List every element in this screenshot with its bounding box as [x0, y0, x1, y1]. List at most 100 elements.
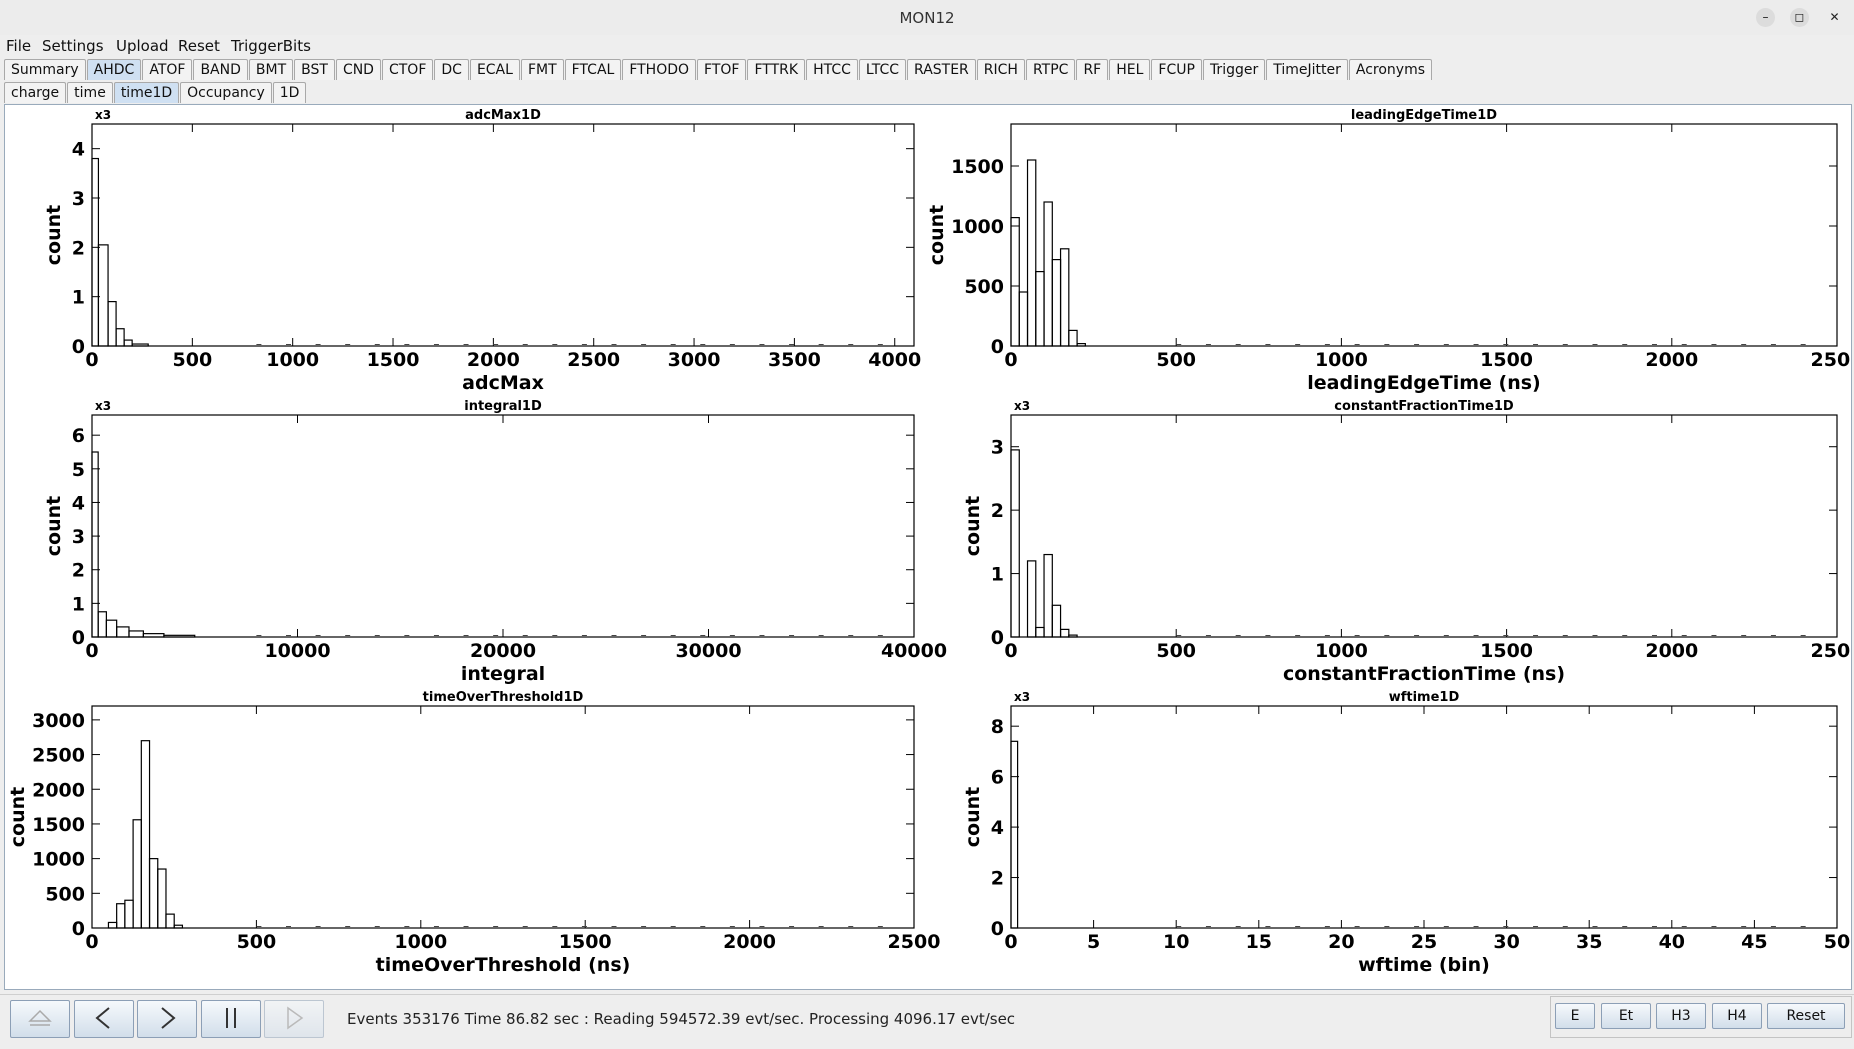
- tab-ftcal[interactable]: FTCAL: [564, 59, 622, 80]
- plot4-xtick-label: 2000: [723, 931, 776, 953]
- window-titlebar: MON12 – ◻ ✕: [0, 0, 1854, 36]
- tab-rtpc[interactable]: RTPC: [1025, 59, 1076, 80]
- menu-triggerbits[interactable]: TriggerBits: [231, 37, 311, 55]
- tab-ftof[interactable]: FTOF: [697, 59, 747, 80]
- maximize-icon[interactable]: ◻: [1790, 8, 1809, 27]
- plot5-xtick-label: 25: [1411, 931, 1437, 953]
- plot0-ytick-label: 2: [72, 237, 85, 259]
- menu-reset[interactable]: Reset: [178, 37, 220, 55]
- plot2-bin: [116, 626, 130, 638]
- plot1-xtick-label: 2000: [1645, 349, 1698, 371]
- plot4-bin: [157, 868, 167, 929]
- plot3-bin: [1043, 553, 1053, 638]
- plot1-xtick-label: 1500: [1480, 349, 1533, 371]
- plot5-xtick-label: 50: [1824, 931, 1850, 953]
- h4-button[interactable]: H4: [1712, 1003, 1762, 1029]
- tab-bmt[interactable]: BMT: [248, 59, 294, 80]
- plot1-ytick-label: 0: [991, 336, 1004, 358]
- tab-fmt[interactable]: FMT: [520, 59, 564, 80]
- tab-summary[interactable]: Summary: [4, 59, 86, 80]
- plot4-xtick-label: 500: [237, 931, 277, 953]
- tab-ahdc[interactable]: AHDC: [86, 59, 142, 80]
- plot3-xtick-label: 1500: [1480, 640, 1533, 662]
- subtab-1d[interactable]: 1D: [272, 82, 307, 103]
- subtab-time[interactable]: time: [67, 82, 113, 103]
- plot0-ytick-label: 0: [72, 336, 85, 358]
- plot3-multiplier: x3: [1014, 399, 1030, 413]
- tab-fthodo[interactable]: FTHODO: [622, 59, 697, 80]
- plot3-xtick-label: 0: [1004, 640, 1017, 662]
- tab-timejitter[interactable]: TimeJitter: [1266, 59, 1348, 80]
- plot4-xtick-label: 2500: [888, 931, 941, 953]
- subtab-occupancy[interactable]: Occupancy: [180, 82, 272, 103]
- plot4-frame: [91, 705, 915, 929]
- tab-fcup[interactable]: FCUP: [1151, 59, 1202, 80]
- plot0-xtick-label: 3000: [668, 349, 721, 371]
- et-button[interactable]: Et: [1601, 1003, 1651, 1029]
- minimize-icon[interactable]: –: [1756, 8, 1775, 27]
- play-button[interactable]: [264, 1000, 324, 1038]
- eject-button[interactable]: [10, 1000, 70, 1038]
- tab-cnd[interactable]: CND: [335, 59, 381, 80]
- plot1-xtick-label: 500: [1156, 349, 1196, 371]
- tab-bst[interactable]: BST: [294, 59, 335, 80]
- tab-fttrk[interactable]: FTTRK: [747, 59, 806, 80]
- plot0-bin: [123, 339, 133, 347]
- plot4-xtick-label: 0: [85, 931, 98, 953]
- tab-htcc[interactable]: HTCC: [806, 59, 858, 80]
- plot1-xlabel: leadingEdgeTime (ns): [1307, 372, 1541, 394]
- plot1-ytick-label: 1500: [951, 156, 1004, 178]
- plot5-ytick-label: 4: [991, 817, 1004, 839]
- plot3-ytick-label: 0: [991, 627, 1004, 649]
- plot3-xtick-label: 2000: [1645, 640, 1698, 662]
- plot0-xtick-label: 4000: [868, 349, 921, 371]
- plot4-bin: [107, 921, 118, 929]
- reset-button[interactable]: Reset: [1767, 1003, 1845, 1029]
- tab-raster[interactable]: RASTER: [907, 59, 976, 80]
- tab-dc[interactable]: DC: [434, 59, 469, 80]
- plot4-bin: [140, 740, 151, 929]
- plot2-ytick-label: 4: [72, 492, 85, 514]
- h3-button[interactable]: H3: [1656, 1003, 1706, 1029]
- previous-button[interactable]: [74, 1000, 134, 1038]
- e-button[interactable]: E: [1555, 1003, 1595, 1029]
- plot3-bin: [1035, 626, 1045, 638]
- plot0-multiplier: x3: [95, 108, 111, 122]
- plot1-bin: [1076, 343, 1086, 347]
- plot2-bin: [142, 633, 165, 638]
- plot5-xtick-label: 40: [1659, 931, 1685, 953]
- plot0-xtick-label: 2500: [567, 349, 620, 371]
- tab-atof[interactable]: ATOF: [142, 59, 193, 80]
- menu-settings[interactable]: Settings: [42, 37, 104, 55]
- plot3-bin: [1026, 560, 1037, 638]
- tab-ltcc[interactable]: LTCC: [858, 59, 907, 80]
- subtab-charge[interactable]: charge: [4, 82, 67, 103]
- tab-ecal[interactable]: ECAL: [469, 59, 520, 80]
- next-button[interactable]: [137, 1000, 197, 1038]
- plot4-ytick-label: 3000: [32, 710, 85, 732]
- menu-file[interactable]: File: [6, 37, 31, 55]
- plot2-xlabel: integral: [461, 663, 545, 685]
- plot3-xtick-label: 1000: [1315, 640, 1368, 662]
- tab-acronyms[interactable]: Acronyms: [1348, 59, 1433, 80]
- plot2-ytick-label: 6: [72, 425, 85, 447]
- pause-button[interactable]: [201, 1000, 261, 1038]
- subtab-time1d[interactable]: time1D: [113, 82, 180, 103]
- tab-rf[interactable]: RF: [1076, 59, 1109, 80]
- tab-hel[interactable]: HEL: [1109, 59, 1151, 80]
- tab-band[interactable]: BAND: [193, 59, 248, 80]
- plot5-xtick-label: 15: [1246, 931, 1272, 953]
- plot4-bin: [148, 858, 159, 929]
- plot5-ytick-label: 8: [991, 716, 1004, 738]
- plot1-frame: [1010, 123, 1838, 347]
- close-icon[interactable]: ✕: [1825, 8, 1844, 27]
- tab-trigger[interactable]: Trigger: [1202, 59, 1266, 80]
- plot5-xlabel: wftime (bin): [1358, 954, 1490, 976]
- plot2-ytick-label: 0: [72, 627, 85, 649]
- plot5-xtick-label: 10: [1163, 931, 1189, 953]
- plot1-bin: [1051, 259, 1062, 347]
- plot4-ytick-label: 1000: [32, 849, 85, 871]
- menu-upload[interactable]: Upload: [116, 37, 169, 55]
- tab-ctof[interactable]: CTOF: [381, 59, 434, 80]
- tab-rich[interactable]: RICH: [976, 59, 1025, 80]
